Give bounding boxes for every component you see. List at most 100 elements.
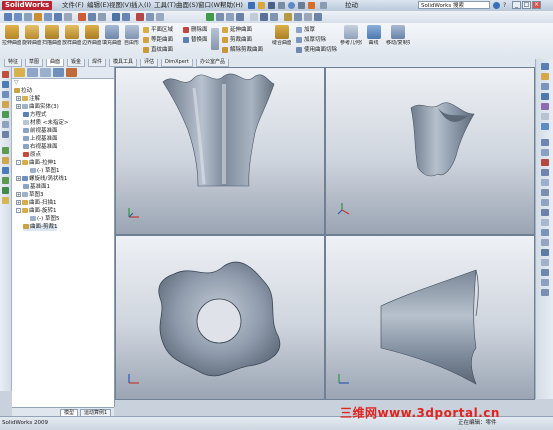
offset-surface-button[interactable]: 等距曲面 — [143, 36, 173, 45]
menu-insert[interactable]: 插入(I) — [131, 1, 151, 10]
move-entities-icon[interactable] — [541, 289, 549, 296]
tree-material[interactable]: 材质 <未指定> — [23, 120, 68, 127]
tree-root[interactable]: 拉动 — [14, 88, 32, 95]
appearances-icon[interactable] — [541, 113, 549, 120]
ellipse-icon[interactable] — [541, 179, 549, 186]
rectangle-icon[interactable] — [34, 13, 42, 21]
circle-icon[interactable] — [44, 13, 52, 21]
slot-icon[interactable] — [541, 189, 549, 196]
display-manager-icon[interactable] — [66, 68, 77, 77]
tab-sheet-metal[interactable]: 钣金 — [67, 59, 86, 67]
planar-surface-button[interactable]: 平面区域 — [143, 26, 173, 35]
curves-button[interactable]: 曲线 — [364, 25, 383, 57]
spline-icon[interactable] — [64, 13, 72, 21]
help-icon[interactable]: ? — [503, 2, 509, 9]
open-file-icon[interactable] — [258, 2, 265, 9]
tab-surfaces[interactable]: 曲面 — [46, 59, 65, 67]
offset-icon[interactable] — [88, 13, 96, 21]
maximize-button[interactable]: □ — [522, 1, 531, 9]
rectangle-tool-icon[interactable] — [2, 101, 9, 108]
search-icon[interactable] — [493, 2, 500, 9]
new-file-icon[interactable] — [248, 2, 255, 9]
tree-front-plane[interactable]: 前视基准面 — [23, 128, 58, 135]
viewport-top[interactable] — [115, 235, 325, 400]
expand-icon[interactable]: + — [16, 104, 21, 109]
tree-right-plane[interactable]: 右视基准面 — [23, 144, 58, 151]
move-copy-body-button[interactable]: 移动/复制实体 — [386, 25, 410, 57]
tree-surface-revolve1[interactable]: - 曲面-旋转1 — [16, 208, 56, 215]
viewport-front[interactable] — [115, 67, 325, 235]
macro-icon[interactable] — [2, 187, 9, 194]
view-settings-icon[interactable] — [314, 13, 322, 21]
reference-icon[interactable] — [2, 197, 9, 204]
text-icon[interactable] — [541, 219, 549, 226]
circle-sketch-icon[interactable] — [541, 139, 549, 146]
tree-sketch5[interactable]: (-) 草图5 — [30, 216, 60, 223]
relations-icon[interactable] — [122, 13, 130, 21]
tree-sketch1[interactable]: (-) 草图1 — [30, 168, 60, 175]
collapse-icon[interactable]: - — [16, 160, 21, 165]
rebuild-icon[interactable] — [308, 2, 315, 9]
parabola-icon[interactable] — [541, 199, 549, 206]
menu-window[interactable]: 窗口(W) — [198, 1, 223, 10]
tab-dimxpert[interactable]: DimXpert — [161, 59, 193, 67]
line-sketch-icon[interactable] — [541, 149, 549, 156]
delete-face-button[interactable]: 删除面 — [183, 26, 208, 35]
tree-origin[interactable]: 原点 — [23, 152, 41, 159]
expand-icon[interactable]: + — [16, 176, 21, 181]
tree-surface-trim1[interactable]: 曲面-剪裁1 — [23, 224, 58, 231]
filter-icon[interactable]: ▽ — [14, 80, 22, 86]
arc-icon[interactable] — [54, 13, 62, 21]
zoom-area-icon[interactable] — [226, 13, 234, 21]
annotation-icon[interactable] — [2, 177, 9, 184]
loft-surface-button[interactable]: 放样曲面 — [62, 25, 81, 57]
chamfer-sketch-icon[interactable] — [541, 239, 549, 246]
menu-surface[interactable]: 曲面(S) — [176, 1, 198, 10]
zoom-fit-icon[interactable] — [216, 13, 224, 21]
thicken-button[interactable]: 加厚 — [296, 26, 315, 35]
viewport-isometric[interactable] — [325, 67, 535, 235]
save-icon[interactable] — [268, 2, 275, 9]
select-icon[interactable] — [298, 2, 305, 9]
sweep-surface-button[interactable]: 扫描曲面 — [42, 25, 61, 57]
hide-show-icon[interactable] — [284, 13, 292, 21]
line-format-icon[interactable] — [2, 147, 9, 154]
revolve-surface-button[interactable]: 旋转曲面 — [22, 25, 41, 57]
repair-icon[interactable] — [136, 13, 144, 21]
custom-properties-icon[interactable] — [541, 123, 549, 130]
mirror-icon[interactable] — [98, 13, 106, 21]
tree-annotations[interactable]: + 注解 — [16, 96, 40, 103]
circle-tool-icon[interactable] — [2, 91, 9, 98]
tree-helix1[interactable]: + 螺旋线/涡状线1 — [16, 176, 67, 183]
tree-surface-bodies[interactable]: + 曲面实体(3) — [16, 104, 59, 111]
trim-surface-button[interactable]: 剪裁曲面 — [222, 36, 252, 45]
tab-mold-tools[interactable]: 模具工具 — [109, 59, 138, 67]
trim-icon[interactable] — [78, 13, 86, 21]
boundary-surface-button[interactable]: 边界曲面 — [82, 25, 101, 57]
rotate-icon[interactable] — [236, 13, 244, 21]
convert-entities-icon[interactable] — [541, 259, 549, 266]
print-icon[interactable] — [278, 2, 285, 9]
display-style-icon[interactable] — [270, 13, 278, 21]
pattern-icon[interactable] — [112, 13, 120, 21]
menu-tools[interactable]: 工具(T) — [154, 1, 176, 10]
options-icon[interactable] — [320, 2, 327, 9]
tab-evaluate[interactable]: 评估 — [140, 59, 159, 67]
smart-dimension-icon[interactable] — [14, 13, 22, 21]
undo-icon[interactable] — [288, 2, 295, 9]
scene-icon[interactable] — [304, 13, 312, 21]
color-icon[interactable] — [2, 167, 9, 174]
tab-features[interactable]: 特征 — [4, 59, 23, 67]
move-icon[interactable] — [146, 13, 154, 21]
polygon-icon[interactable] — [541, 169, 549, 176]
section-view-icon[interactable] — [250, 13, 258, 21]
solidworks-logo[interactable]: SolidWorks — [2, 1, 53, 10]
search-input[interactable]: SolidWorks 搜索 — [418, 1, 490, 9]
tree-plane1[interactable]: 基准面1 — [23, 184, 50, 191]
point-tool-icon[interactable] — [2, 111, 9, 118]
cut-with-surface-button[interactable]: 使用曲面切除 — [296, 46, 337, 55]
tree-surface-extrude1[interactable]: - 曲面-拉伸1 — [16, 160, 56, 167]
tree-top-plane[interactable]: 上视基准面 — [23, 136, 58, 143]
menu-edit[interactable]: 编辑(E) — [87, 1, 109, 10]
collapse-icon[interactable]: - — [16, 208, 21, 213]
